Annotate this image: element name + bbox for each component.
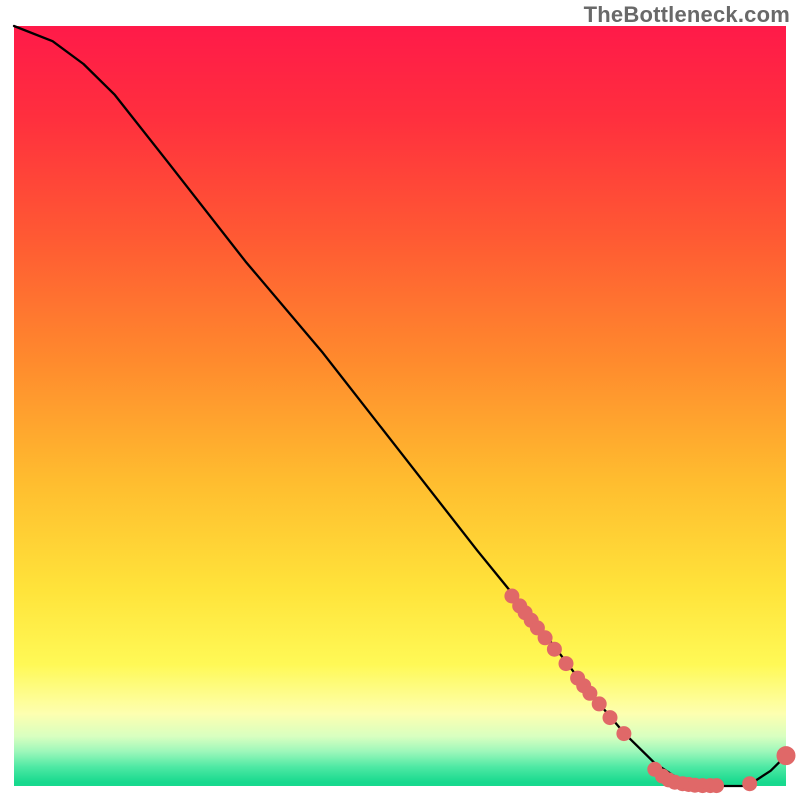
data-marker [592, 697, 606, 711]
plot-background [14, 26, 786, 786]
data-marker [710, 779, 724, 793]
data-marker [777, 747, 795, 765]
bottleneck-plot [0, 0, 800, 800]
watermark-label: TheBottleneck.com [584, 2, 790, 28]
data-marker [547, 642, 561, 656]
data-marker [617, 727, 631, 741]
chart-container: TheBottleneck.com [0, 0, 800, 800]
data-marker [743, 777, 757, 791]
data-marker [538, 631, 552, 645]
data-marker [603, 711, 617, 725]
data-marker [559, 657, 573, 671]
